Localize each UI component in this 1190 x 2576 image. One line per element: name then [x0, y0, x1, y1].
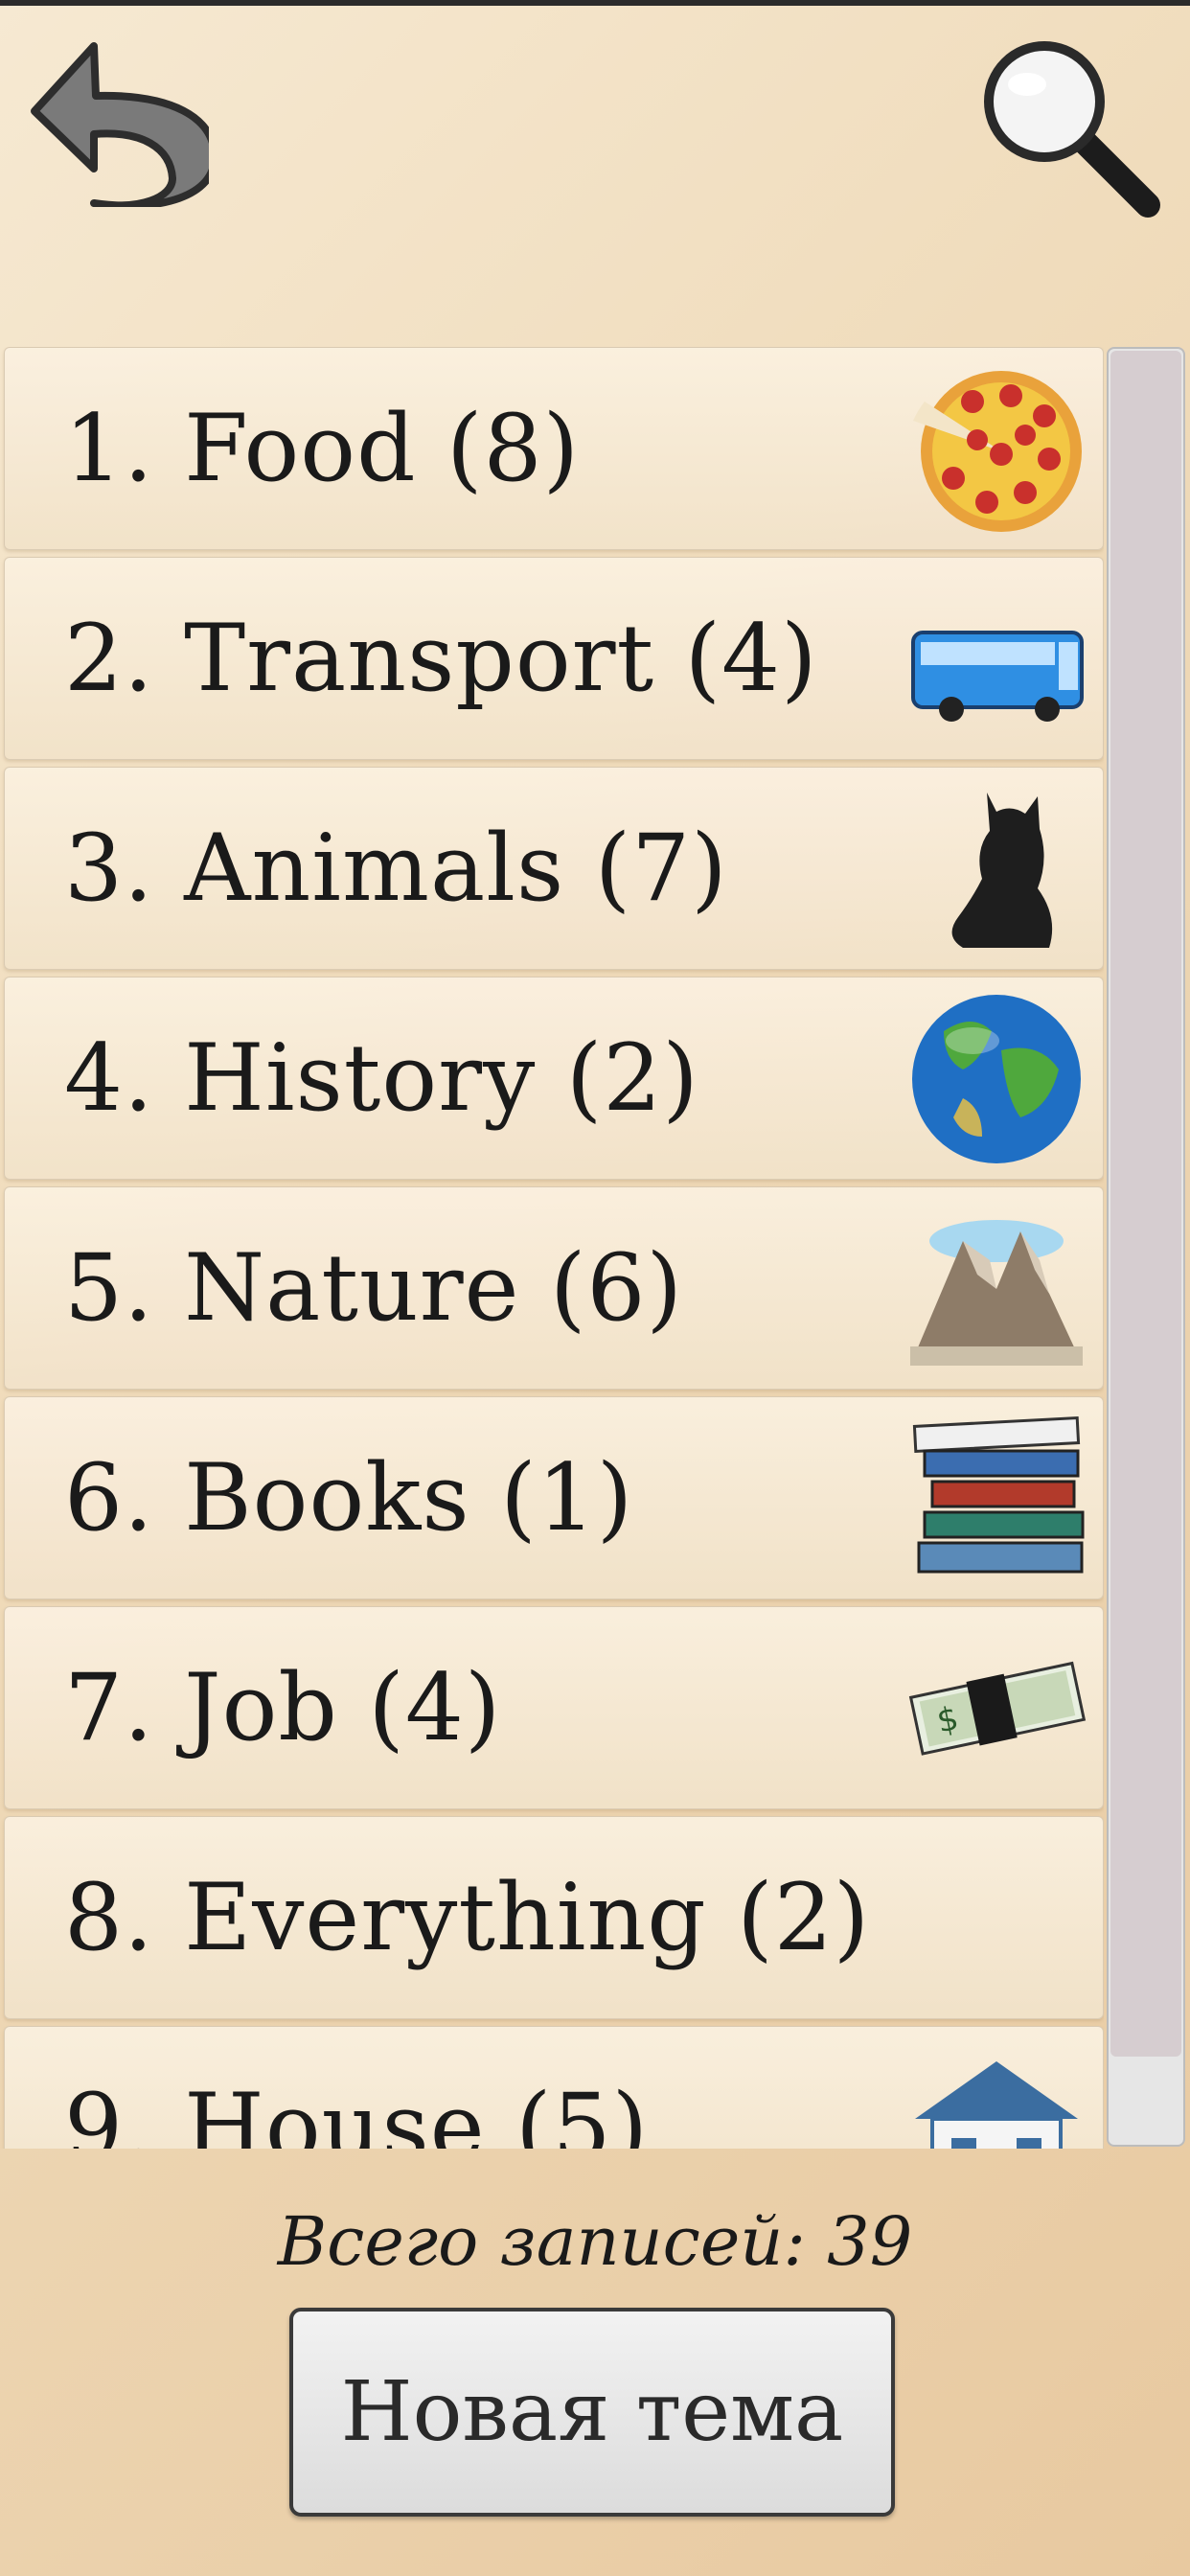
- topic-label: 7. Job (4): [64, 1654, 502, 1761]
- topic-label: 2. Transport (4): [64, 605, 818, 712]
- topic-row-everything[interactable]: 8. Everything (2): [4, 1816, 1104, 2019]
- topic-row-house[interactable]: 9. House (5): [4, 2026, 1104, 2149]
- topic-label: 4. History (2): [64, 1024, 699, 1132]
- pizza-icon: [913, 371, 1082, 532]
- topic-label: 1. Food (8): [64, 395, 581, 502]
- house-icon: [915, 2061, 1078, 2149]
- new-topic-button[interactable]: Новая тема: [289, 2308, 895, 2517]
- search-button[interactable]: [977, 34, 1169, 226]
- cat-icon: [951, 793, 1053, 948]
- total-records-label: Всего записей: 39: [277, 2202, 913, 2281]
- topic-label: 9. House (5): [64, 2074, 650, 2149]
- back-button[interactable]: [27, 34, 218, 210]
- books-icon: [912, 1415, 1085, 1574]
- money-icon: $: [908, 1661, 1087, 1756]
- bus-icon: [911, 631, 1084, 722]
- scrollbar-thumb[interactable]: [1110, 351, 1181, 2057]
- topic-row-nature[interactable]: 5. Nature (6): [4, 1186, 1104, 1390]
- topic-list[interactable]: 1. Food (8) 2. Transport (4) 3. Animals …: [0, 347, 1104, 2149]
- topic-label: 8. Everything (2): [64, 1864, 871, 1971]
- list-scrollbar[interactable]: [1107, 347, 1185, 2147]
- topic-row-books[interactable]: 6. Books (1): [4, 1396, 1104, 1599]
- topic-label: 5. Nature (6): [64, 1234, 683, 1342]
- globe-icon: [912, 995, 1081, 1163]
- status-bar-edge: [0, 0, 1190, 6]
- topic-row-animals[interactable]: 3. Animals (7): [4, 767, 1104, 970]
- back-arrow-icon: [31, 42, 218, 210]
- topic-row-food[interactable]: 1. Food (8): [4, 347, 1104, 550]
- mountain-icon: [910, 1220, 1083, 1366]
- topic-row-history[interactable]: 4. History (2): [4, 977, 1104, 1180]
- topic-label: 3. Animals (7): [64, 815, 728, 922]
- topic-row-transport[interactable]: 2. Transport (4): [4, 557, 1104, 760]
- topic-label: 6. Books (1): [64, 1444, 634, 1552]
- topic-row-job[interactable]: 7. Job (4) $: [4, 1606, 1104, 1809]
- magnifier-icon: [984, 41, 1160, 218]
